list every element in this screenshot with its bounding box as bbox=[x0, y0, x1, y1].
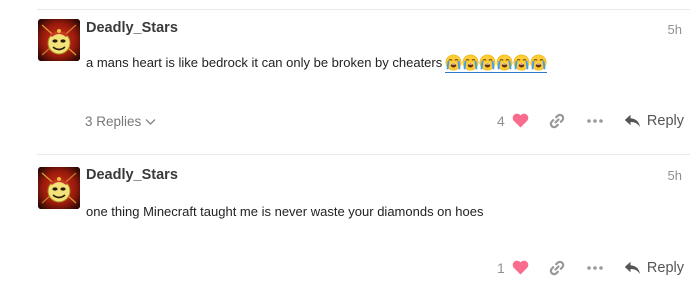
more-actions-button[interactable] bbox=[586, 260, 606, 280]
crying-face-emoji bbox=[462, 54, 479, 71]
avatar[interactable] bbox=[38, 19, 80, 61]
post-divider bbox=[37, 154, 690, 155]
heart-icon bbox=[512, 113, 529, 128]
ellipsis-icon bbox=[587, 119, 603, 123]
reply-label: Reply bbox=[646, 260, 684, 277]
reply-arrow-icon bbox=[624, 114, 640, 128]
like-count: 1 bbox=[497, 259, 505, 276]
copy-link-button[interactable] bbox=[548, 259, 568, 279]
post-body: one thing Minecraft taught me is never w… bbox=[86, 204, 483, 219]
chevron-down-icon bbox=[145, 119, 156, 126]
username[interactable]: Deadly_Stars bbox=[86, 167, 178, 183]
heart-icon bbox=[512, 260, 529, 275]
like-button[interactable]: 4 bbox=[497, 112, 529, 130]
post-text: a mans heart is like bedrock it can only… bbox=[86, 54, 443, 70]
copy-link-button[interactable] bbox=[548, 112, 568, 132]
ellipsis-icon bbox=[587, 266, 603, 270]
reply-arrow-icon bbox=[624, 261, 640, 275]
crying-face-emoji bbox=[445, 54, 462, 71]
reply-label: Reply bbox=[646, 113, 684, 130]
replies-toggle-button[interactable]: 3 Replies bbox=[85, 114, 156, 129]
username[interactable]: Deadly_Stars bbox=[86, 20, 178, 36]
replies-label: 3 Replies bbox=[85, 114, 142, 129]
crying-face-emoji bbox=[479, 54, 496, 71]
avatar[interactable] bbox=[38, 167, 80, 209]
post-body: a mans heart is like bedrock it can only… bbox=[86, 54, 548, 73]
reply-button[interactable]: Reply bbox=[624, 113, 684, 129]
reply-button[interactable]: Reply bbox=[624, 260, 684, 276]
like-count: 4 bbox=[497, 112, 505, 129]
crying-face-emoji bbox=[513, 54, 530, 71]
crying-face-emoji bbox=[530, 54, 547, 71]
post-text: one thing Minecraft taught me is never w… bbox=[86, 204, 484, 219]
link-icon bbox=[549, 113, 565, 129]
link-icon bbox=[549, 260, 565, 276]
post-divider bbox=[37, 9, 690, 10]
post-age[interactable]: 5h bbox=[668, 168, 682, 183]
like-button[interactable]: 1 bbox=[497, 259, 529, 277]
emoji-group[interactable] bbox=[445, 54, 548, 73]
crying-face-emoji bbox=[496, 54, 513, 71]
more-actions-button[interactable] bbox=[586, 113, 606, 133]
post-age[interactable]: 5h bbox=[668, 22, 682, 37]
